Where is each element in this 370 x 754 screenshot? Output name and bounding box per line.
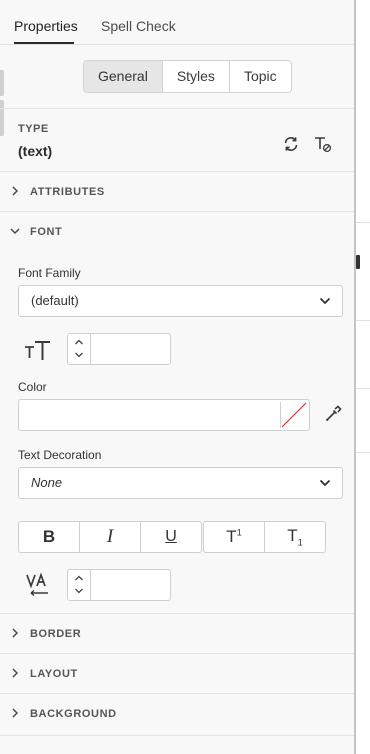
left-resize-handle[interactable] <box>0 70 4 136</box>
section-background[interactable]: BACKGROUND <box>0 694 354 734</box>
italic-button[interactable]: I <box>80 522 141 552</box>
chevron-up-icon[interactable] <box>74 337 84 347</box>
chevron-up-icon[interactable] <box>74 573 84 583</box>
chevron-down-icon <box>10 228 20 235</box>
underline-icon: U <box>165 528 177 545</box>
color-swatch[interactable] <box>280 402 307 428</box>
font-family-label: Font Family <box>18 266 81 280</box>
chevron-down-icon[interactable] <box>74 350 84 360</box>
section-font[interactable]: FONT <box>0 212 354 252</box>
italic-icon: I <box>106 526 114 547</box>
chevron-down-icon[interactable] <box>74 586 84 596</box>
bold-icon: B <box>42 527 56 546</box>
letter-spacing-stepper <box>67 569 171 601</box>
text-decoration-select[interactable]: None <box>18 467 343 499</box>
superscript-icon: T1 <box>226 527 242 546</box>
refresh-icon[interactable] <box>280 133 302 155</box>
text-decoration-label: Text Decoration <box>18 448 102 462</box>
clear-format-icon[interactable] <box>312 133 334 155</box>
chevron-right-icon <box>12 628 19 638</box>
active-tab-indicator <box>14 42 74 44</box>
divider <box>0 108 354 109</box>
text-decoration-value: None <box>31 475 63 490</box>
divider <box>0 735 354 736</box>
chevron-down-icon <box>319 297 331 305</box>
chevron-right-icon <box>12 708 19 718</box>
section-border-title: BORDER <box>30 628 82 640</box>
letter-spacing-icon <box>26 572 48 597</box>
font-family-select[interactable]: (default) <box>18 285 343 317</box>
section-attributes-title: ATTRIBUTES <box>30 186 105 198</box>
letter-spacing-input[interactable] <box>92 572 170 598</box>
section-background-title: BACKGROUND <box>30 708 117 720</box>
format-toolbar: B I U T1 T1 <box>18 521 327 553</box>
eyedropper-icon[interactable] <box>322 403 344 425</box>
section-attributes[interactable]: ATTRIBUTES <box>0 172 354 212</box>
section-layout[interactable]: LAYOUT <box>0 654 354 694</box>
subscript-button[interactable]: T1 <box>265 522 325 552</box>
section-layout-title: LAYOUT <box>30 668 78 680</box>
underline-button[interactable]: U <box>141 522 201 552</box>
view-segmented-control: General Styles Topic <box>83 60 292 93</box>
type-value: (text) <box>18 143 53 159</box>
no-color-icon <box>281 402 307 428</box>
panel-tabs: Properties Spell Check <box>0 6 354 45</box>
subscript-icon: T1 <box>287 526 303 548</box>
tab-properties[interactable]: Properties <box>14 18 78 34</box>
properties-panel: Properties Spell Check General Styles To… <box>0 0 356 754</box>
chevron-down-icon <box>319 479 331 487</box>
tab-spell-check[interactable]: Spell Check <box>101 18 176 34</box>
bold-button[interactable]: B <box>19 522 80 552</box>
segment-general[interactable]: General <box>84 61 163 92</box>
color-label: Color <box>18 380 47 394</box>
chevron-right-icon <box>12 186 19 196</box>
font-size-icon <box>25 341 50 360</box>
superscript-button[interactable]: T1 <box>204 522 265 552</box>
type-label: TYPE <box>18 123 49 135</box>
segment-topic[interactable]: Topic <box>230 61 291 92</box>
font-size-input[interactable] <box>92 336 170 362</box>
section-border[interactable]: BORDER <box>0 614 354 654</box>
font-family-value: (default) <box>31 293 79 308</box>
section-font-title: FONT <box>30 226 63 238</box>
font-size-stepper <box>67 333 171 365</box>
segment-styles[interactable]: Styles <box>163 61 230 92</box>
chevron-right-icon <box>12 668 19 678</box>
color-input[interactable] <box>18 399 310 431</box>
